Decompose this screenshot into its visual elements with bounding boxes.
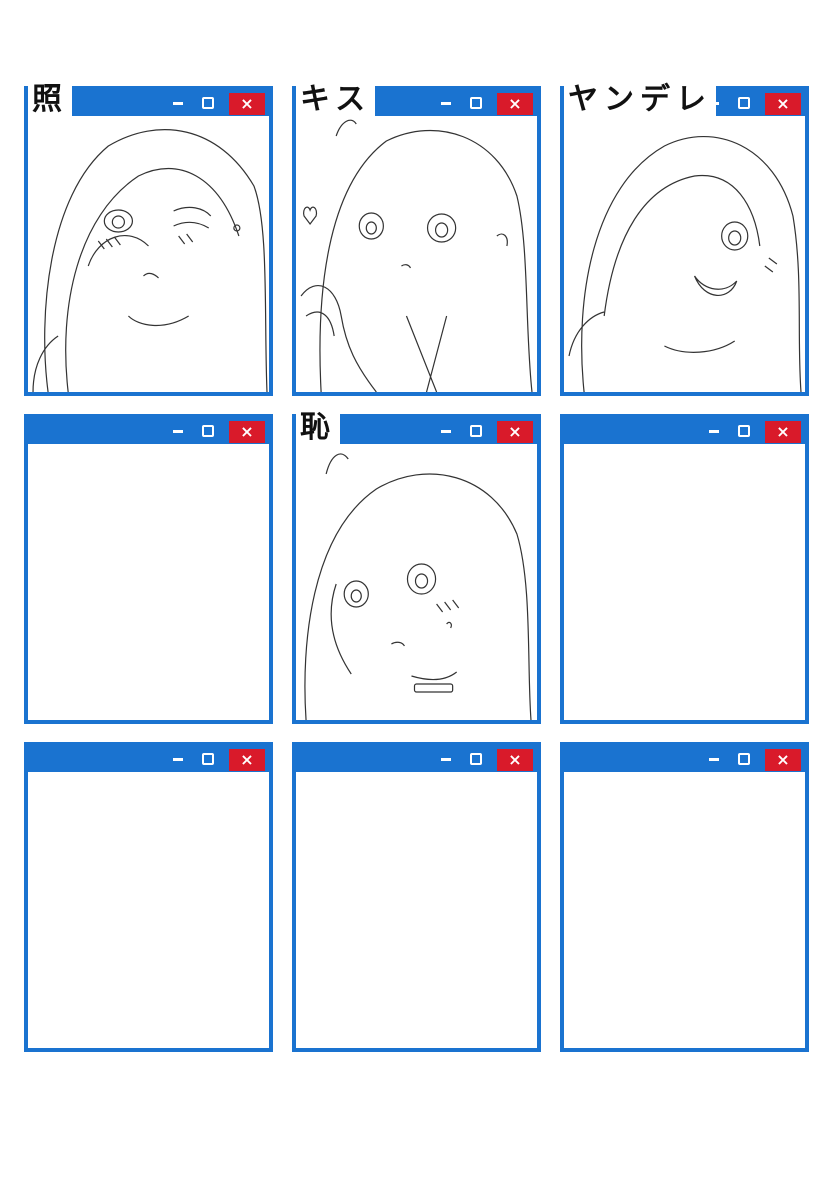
close-button[interactable]: × xyxy=(497,749,533,771)
close-icon: × xyxy=(240,750,254,769)
minimize-icon xyxy=(709,101,719,105)
window-9: × xyxy=(560,742,809,1052)
window-1: 照 × xyxy=(24,82,273,396)
window-content xyxy=(28,444,269,720)
close-button[interactable]: × xyxy=(229,93,265,115)
minimize-button[interactable] xyxy=(167,418,189,444)
close-button[interactable]: × xyxy=(497,421,533,443)
sketch-illustration xyxy=(32,129,268,392)
maximize-button[interactable] xyxy=(733,90,755,116)
window-5: 恥 × xyxy=(292,410,541,724)
window-content xyxy=(296,116,537,392)
close-icon: × xyxy=(508,422,522,441)
maximize-icon xyxy=(738,753,750,765)
window-3: ヤンデレ × xyxy=(560,82,809,396)
titlebar[interactable]: × xyxy=(564,418,805,444)
close-icon: × xyxy=(240,422,254,441)
window-title: 恥 xyxy=(296,410,340,446)
close-button[interactable]: × xyxy=(229,421,265,443)
minimize-icon xyxy=(709,757,719,761)
titlebar[interactable]: × xyxy=(296,746,537,772)
minimize-icon xyxy=(173,101,183,105)
minimize-button[interactable] xyxy=(167,746,189,772)
titlebar[interactable]: 恥 × xyxy=(296,410,537,446)
close-icon: × xyxy=(508,94,522,113)
window-content xyxy=(28,116,269,392)
minimize-icon xyxy=(441,429,451,433)
window-content xyxy=(564,772,805,1048)
maximize-button[interactable] xyxy=(733,418,755,444)
sketch-illustration xyxy=(300,119,533,392)
maximize-button[interactable] xyxy=(465,746,487,772)
close-button[interactable]: × xyxy=(765,749,801,771)
sketch-illustration xyxy=(304,453,532,720)
close-button[interactable]: × xyxy=(765,421,801,443)
window-title: 照 xyxy=(28,82,72,118)
maximize-icon xyxy=(470,425,482,437)
window-grid: 照 × キス × ヤンデレ × × 恥 × × × × × xyxy=(24,82,810,1052)
window-2: キス × xyxy=(292,82,541,396)
maximize-icon xyxy=(202,97,214,109)
minimize-button[interactable] xyxy=(167,90,189,116)
maximize-icon xyxy=(202,425,214,437)
window-content xyxy=(564,444,805,720)
maximize-button[interactable] xyxy=(465,90,487,116)
window-7: × xyxy=(24,742,273,1052)
titlebar[interactable]: × xyxy=(28,746,269,772)
minimize-button[interactable] xyxy=(435,418,457,444)
maximize-button[interactable] xyxy=(197,90,219,116)
window-title: ヤンデレ xyxy=(564,82,716,118)
titlebar[interactable]: 照 × xyxy=(28,82,269,118)
minimize-button[interactable] xyxy=(703,90,725,116)
maximize-icon xyxy=(738,97,750,109)
maximize-icon xyxy=(470,97,482,109)
minimize-icon xyxy=(709,429,719,433)
maximize-button[interactable] xyxy=(733,746,755,772)
sketch-illustration xyxy=(568,136,802,392)
close-icon: × xyxy=(776,94,790,113)
minimize-button[interactable] xyxy=(703,746,725,772)
window-4: × xyxy=(24,414,273,724)
close-icon: × xyxy=(240,94,254,113)
titlebar[interactable]: × xyxy=(564,746,805,772)
window-content xyxy=(296,444,537,720)
minimize-button[interactable] xyxy=(435,90,457,116)
close-icon: × xyxy=(776,422,790,441)
close-icon: × xyxy=(508,750,522,769)
minimize-button[interactable] xyxy=(435,746,457,772)
minimize-icon xyxy=(441,757,451,761)
close-button[interactable]: × xyxy=(497,93,533,115)
maximize-button[interactable] xyxy=(197,418,219,444)
minimize-button[interactable] xyxy=(703,418,725,444)
window-content xyxy=(28,772,269,1048)
maximize-button[interactable] xyxy=(197,746,219,772)
maximize-icon xyxy=(202,753,214,765)
titlebar[interactable]: キス × xyxy=(296,82,537,118)
minimize-icon xyxy=(173,429,183,433)
window-8: × xyxy=(292,742,541,1052)
minimize-icon xyxy=(441,101,451,105)
window-6: × xyxy=(560,414,809,724)
minimize-icon xyxy=(173,757,183,761)
maximize-button[interactable] xyxy=(465,418,487,444)
window-title: キス xyxy=(296,82,376,118)
window-content xyxy=(564,116,805,392)
close-button[interactable]: × xyxy=(765,93,801,115)
maximize-icon xyxy=(738,425,750,437)
titlebar[interactable]: × xyxy=(28,418,269,444)
close-icon: × xyxy=(776,750,790,769)
maximize-icon xyxy=(470,753,482,765)
titlebar[interactable]: ヤンデレ × xyxy=(564,82,805,118)
close-button[interactable]: × xyxy=(229,749,265,771)
window-content xyxy=(296,772,537,1048)
